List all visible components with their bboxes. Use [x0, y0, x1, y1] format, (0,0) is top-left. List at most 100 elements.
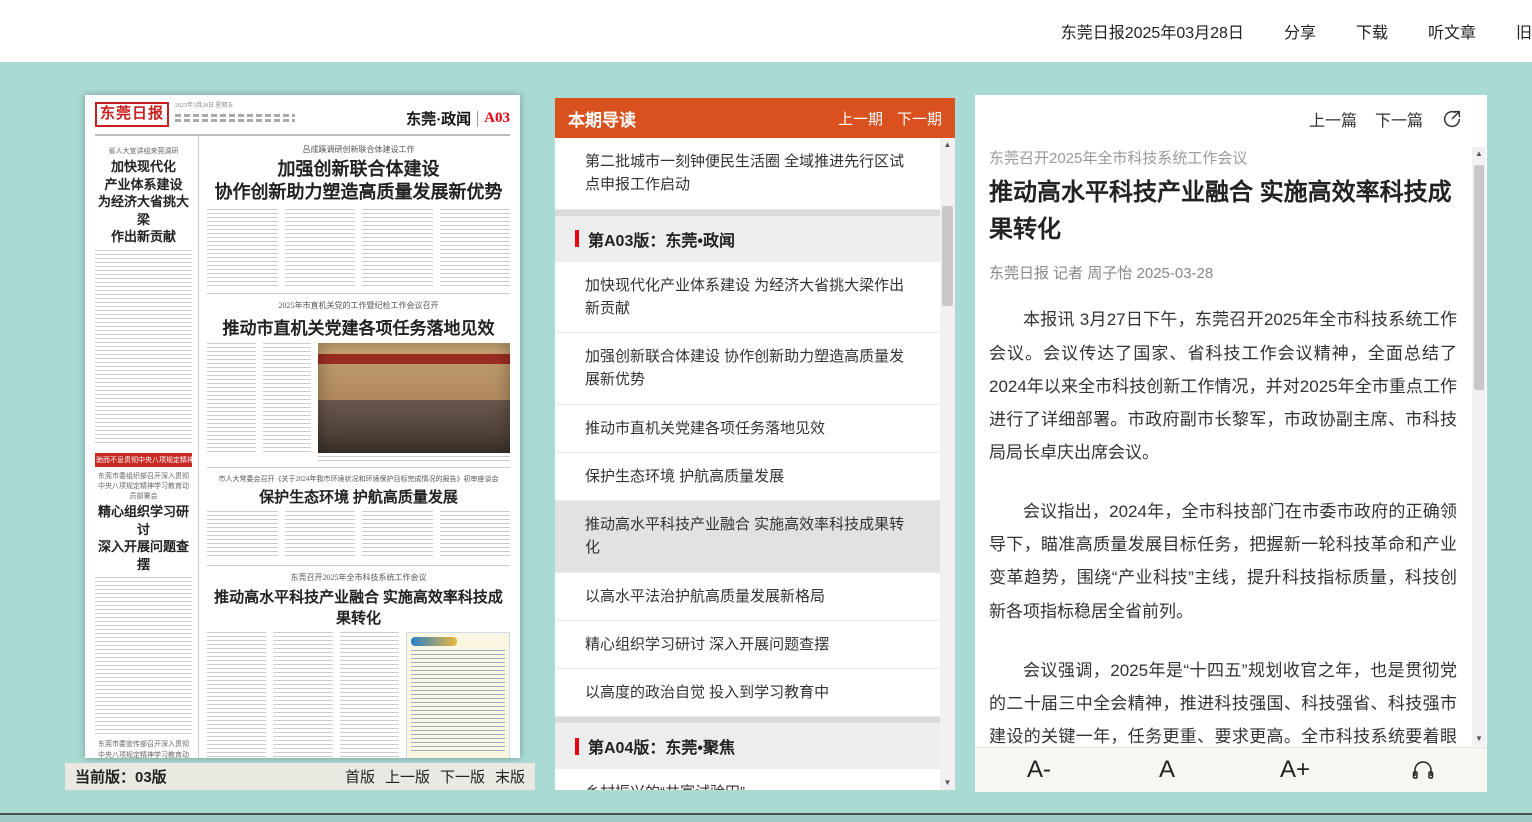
article-kicker: 东莞市委组织部召开深入贯彻中央八项规定精神学习教育动员部署会: [95, 471, 192, 501]
article-headline: 精心组织学习研讨 深入开展问题查摆: [95, 503, 192, 573]
toc-item[interactable]: 精心组织学习研讨 深入开展问题查摆: [555, 621, 940, 669]
toc-item[interactable]: 加快现代化产业体系建设 为经济大省挑大梁作出新贡献: [555, 262, 940, 334]
prev-issue-link[interactable]: 上一期: [838, 108, 883, 129]
body-text-placeholder: [362, 209, 433, 287]
topbar-links: 分享 下载 听文章 旧版: [1284, 19, 1532, 43]
sidebox-text-placeholder: [411, 650, 505, 754]
scroll-down-arrow[interactable]: ▼: [1472, 732, 1486, 746]
topbar-link-3[interactable]: 旧版: [1516, 19, 1532, 43]
toc-scrollbar[interactable]: ▲ ▼: [940, 138, 955, 790]
paper-nav: 首版上一版下一版末版: [345, 766, 525, 787]
article-headline: 加强创新联合体建设 协作创新助力塑造高质量发展新优势: [207, 158, 510, 205]
body-text-placeholder: [362, 511, 433, 559]
page-nav-link-3[interactable]: 末版: [495, 766, 525, 787]
prev-article-link[interactable]: 上一篇: [1309, 107, 1357, 131]
font-default-button[interactable]: A: [1103, 756, 1231, 784]
font-larger-button[interactable]: A+: [1231, 756, 1359, 784]
body-text-placeholder: [263, 343, 312, 453]
body-text-placeholder: [207, 632, 266, 758]
article-kicker: 2025年市直机关党的工作暨纪检工作会议召开: [207, 300, 510, 312]
article-byline: 东莞日报 记者 周子怡 2025-03-28: [989, 262, 1457, 283]
toc-item[interactable]: 第二批城市一刻钟便民生活圈 全域推进先行区试点申报工作启动: [555, 138, 940, 210]
paper-section-label: 东莞·政闻: [406, 108, 471, 129]
article-headline: 加快现代化 产业体系建设 为经济大省挑大梁 作出新贡献: [95, 158, 192, 246]
body-text-placeholder: [440, 511, 511, 559]
site-title: 东莞日报2025年03月28日: [1061, 19, 1244, 43]
topbar-link-1[interactable]: 下载: [1356, 19, 1388, 43]
body-text-placeholder: [95, 577, 192, 735]
campaign-tag: 驰而不息贯彻中央八项规定精神: [95, 453, 192, 467]
page-nav-link-0[interactable]: 首版: [345, 766, 375, 787]
article-kicker: 省人大宣讲组来莞调研: [95, 146, 192, 156]
paper-main-column: 吕成蹊调研创新联合体建设工作 加强创新联合体建设 协作创新助力塑造高质量发展新优…: [199, 136, 510, 758]
toc-item[interactable]: 保护生态环境 护航高质量发展: [555, 453, 940, 501]
body-text-placeholder: [440, 209, 511, 287]
newspaper-page-preview[interactable]: 东莞日报 2025年3月28日 星期五 东莞·政闻 A03 省人大宣讲组来莞调研…: [85, 95, 520, 758]
body-text-placeholder: [285, 209, 356, 287]
toc-panel: 本期导读 上一期 下一期 第二批城市一刻钟便民生活圈 全域推进先行区试点申报工作…: [555, 98, 955, 790]
info-sidebox: [406, 632, 510, 758]
top-bar: 东莞日报2025年03月28日 分享 下载 听文章 旧版: [0, 0, 1532, 62]
scroll-down-arrow[interactable]: ▼: [940, 776, 955, 790]
body-text-placeholder: [285, 511, 356, 559]
newspaper-masthead: 东莞日报: [95, 102, 169, 127]
body-text-placeholder: [207, 343, 256, 453]
newspaper-meta: 2025年3月28日 星期五: [175, 102, 295, 122]
divider: [207, 467, 510, 468]
divider: [207, 293, 510, 294]
article-kicker: 东莞市委宣传部召开深入贯彻中央八项规定精神学习教育动员部署会: [95, 739, 192, 758]
scroll-up-arrow[interactable]: ▲: [1472, 147, 1486, 161]
toc-item[interactable]: 推动高水平科技产业融合 实施高效率科技成果转化: [555, 501, 940, 573]
divider: [477, 111, 478, 127]
body-text-placeholder: [207, 209, 278, 287]
next-article-link[interactable]: 下一篇: [1375, 107, 1423, 131]
article-kicker: 市人大常委会召开《关于2024年我市环境状况和环境保护目标完成情况的报告》初审座…: [207, 474, 510, 485]
section-redbar-icon: [575, 738, 579, 755]
toc-item[interactable]: 乡村振兴的“共富试验田”: [555, 769, 940, 790]
page-nav-link-2[interactable]: 下一版: [440, 766, 485, 787]
toc-section-header: 第A03版：东莞•政闻: [555, 216, 940, 262]
listen-button[interactable]: [1359, 759, 1487, 781]
article-content: 东莞召开2025年全市科技系统工作会议 推动高水平科技产业融合 实施高效率科技成…: [989, 141, 1457, 746]
next-issue-link[interactable]: 下一期: [897, 108, 942, 129]
article-kicker: 东莞召开2025年全市科技系统工作会议: [989, 147, 1457, 168]
article-headline: 推动高水平科技产业融合 实施高效率科技成果转化: [207, 586, 510, 628]
section-redbar-icon: [575, 230, 579, 247]
article-headline: 保护生态环境 护航高质量发展: [207, 486, 510, 507]
toc-item[interactable]: 加强创新联合体建设 协作创新助力塑造高质量发展新优势: [555, 333, 940, 405]
toc-section-label: 第A03版：东莞•政闻: [588, 227, 735, 251]
body-text-placeholder: [95, 250, 192, 446]
article-toolbar: A- A A+: [975, 747, 1487, 792]
share-icon[interactable]: [1441, 108, 1463, 130]
toc-item[interactable]: 以高水平法治护航高质量发展新格局: [555, 573, 940, 621]
paper-bottom-bar: 当前版：03版 首版上一版下一版末版: [65, 763, 535, 790]
toc-item[interactable]: 以高度的政治自觉 投入到学习教育中: [555, 669, 940, 717]
paper-page-number: A03: [484, 110, 510, 127]
toc-header: 本期导读 上一期 下一期: [555, 98, 955, 138]
article-paragraph-2: 会议强调，2025年是“十四五”规划收官之年，也是贯彻党的二十届三中全会精神，推…: [989, 654, 1457, 746]
toc-title: 本期导读: [568, 106, 636, 131]
toc-section-label: 第A04版：东莞•聚焦: [588, 734, 735, 758]
article-paragraph-0: 本报讯 3月27日下午，东莞召开2025年全市科技系统工作会议。会议传达了国家、…: [989, 303, 1457, 469]
topbar-link-2[interactable]: 听文章: [1428, 19, 1476, 43]
sidebox-logo: [411, 637, 457, 646]
toc-list: 第二批城市一刻钟便民生活圈 全域推进先行区试点申报工作启动第A03版：东莞•政闻…: [555, 138, 940, 790]
newspaper-header: 东莞日报 2025年3月28日 星期五 东莞·政闻 A03: [95, 102, 510, 136]
article-paragraphs: 本报讯 3月27日下午，东莞召开2025年全市科技系统工作会议。会议传达了国家、…: [989, 303, 1457, 746]
scrollbar-thumb[interactable]: [942, 206, 953, 306]
article-title: 推动高水平科技产业融合 实施高效率科技成果转化: [989, 174, 1457, 248]
scroll-up-arrow[interactable]: ▲: [940, 138, 955, 152]
body-text-placeholder: [340, 632, 399, 758]
scrollbar-thumb[interactable]: [1474, 165, 1484, 390]
toc-item[interactable]: 推动市直机关党建各项任务落地见效: [555, 405, 940, 453]
font-smaller-button[interactable]: A-: [975, 756, 1103, 784]
article-kicker: 吕成蹊调研创新联合体建设工作: [207, 144, 510, 156]
body-text-placeholder: [207, 511, 278, 559]
article-panel: 上一篇 下一篇 东莞召开2025年全市科技系统工作会议 推动高水平科技产业融合 …: [975, 95, 1487, 792]
topbar-link-0[interactable]: 分享: [1284, 19, 1316, 43]
article-scrollbar[interactable]: ▲ ▼: [1472, 147, 1486, 746]
current-page-label: 当前版：03版: [75, 766, 167, 787]
page-nav-link-1[interactable]: 上一版: [385, 766, 430, 787]
paper-left-column: 省人大宣讲组来莞调研 加快现代化 产业体系建设 为经济大省挑大梁 作出新贡献 驰…: [95, 136, 199, 758]
photo-caption-placeholder: [318, 456, 510, 461]
